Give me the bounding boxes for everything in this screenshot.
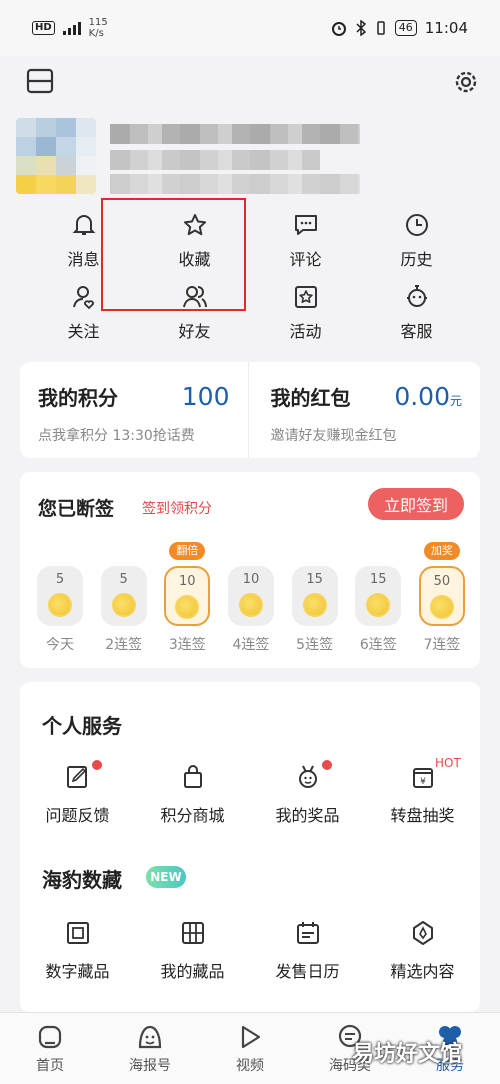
quick-item-activities[interactable]: 活动 <box>250 278 361 350</box>
coin-icon <box>111 593 136 617</box>
coin-icon <box>429 595 454 619</box>
poster-face-icon <box>138 1025 162 1048</box>
coin-icon <box>302 593 327 617</box>
checkin-day: 15 6连签 <box>354 536 402 656</box>
checkin-day: 15 5连签 <box>291 536 339 656</box>
customer-service-icon <box>406 285 427 307</box>
checkin-days: 5 今天 5 2连签 翻倍 10 3连签 10 4连签 15 5连签 15 6连… <box>36 536 466 656</box>
highlight-box <box>101 198 246 311</box>
points-value: 100 <box>181 382 230 411</box>
battery-indicator: 46 <box>394 20 417 36</box>
quick-item-history[interactable]: 历史 <box>361 206 472 278</box>
my-points[interactable]: 我的积分 100 点我拿积分 13:30抢话费 <box>20 362 248 458</box>
service-my-prizes[interactable]: 我的奖品 <box>250 760 365 826</box>
shopping-bag-icon <box>183 765 202 788</box>
checkin-title: 您已断签 <box>38 498 115 520</box>
user-info-blurred <box>110 174 360 194</box>
collection-mine[interactable]: 我的藏品 <box>135 920 250 982</box>
medal-icon <box>298 765 317 788</box>
vibrate-icon <box>377 21 385 35</box>
status-bar: HD 115 K/s 46 11:04 <box>0 0 500 56</box>
profile-header[interactable] <box>0 112 500 202</box>
gear-icon[interactable] <box>452 68 480 96</box>
checkin-subtitle[interactable]: 签到领积分 <box>142 498 212 518</box>
my-red-packet[interactable]: 我的红包 0.00元 邀请好友赚现金红包 <box>247 362 481 458</box>
feedback-icon <box>66 766 87 788</box>
user-info-blurred <box>110 150 320 170</box>
service-points-mall[interactable]: 积分商城 <box>135 764 250 826</box>
alarm-icon <box>331 22 346 36</box>
tab-video[interactable]: 视频 <box>200 1013 300 1084</box>
frame-icon <box>66 922 89 944</box>
svg-text:¥: ¥ <box>420 777 426 787</box>
signal-icon <box>62 22 81 35</box>
checkin-day: 5 2连签 <box>100 536 148 656</box>
username-blurred <box>110 124 360 144</box>
clock-time: 11:04 <box>424 19 468 37</box>
network-speed: 115 K/s <box>88 17 108 39</box>
comment-icon <box>294 215 317 235</box>
notification-dot <box>322 760 332 770</box>
coin-icon <box>175 595 200 619</box>
collection-digital[interactable]: 数字藏品 <box>20 920 135 982</box>
coin-icon <box>48 593 72 617</box>
double-badge: 翻倍 <box>169 542 206 560</box>
gem-icon <box>412 921 433 945</box>
play-icon <box>241 1025 261 1048</box>
checkin-day: 翻倍 10 3连签 <box>163 536 211 656</box>
coin-icon <box>366 593 391 617</box>
personal-services-title: 个人服务 <box>42 714 122 738</box>
lottery-icon: ¥ <box>412 768 433 788</box>
quick-item-customer-service[interactable]: 客服 <box>361 278 472 350</box>
calendar-icon <box>296 922 319 944</box>
grid-icon <box>181 922 204 944</box>
watermark: 易坊好文馆 <box>352 1042 463 1067</box>
scan-icon[interactable] <box>26 68 54 94</box>
tab-poster[interactable]: 海报号 <box>100 1013 200 1084</box>
services-card: 个人服务 问题反馈 积分商城 我的奖品 HOT ¥ 转盘抽奖 海豹数藏 NEW … <box>20 682 480 1012</box>
checkin-card: 您已断签 签到领积分 立即签到 5 今天 5 2连签 翻倍 10 3连签 10 … <box>20 472 480 668</box>
digital-collection-title: 海豹数藏 <box>42 868 122 892</box>
digital-collection-row: 数字藏品 我的藏品 发售日历 精选内容 <box>20 920 480 982</box>
checkin-button[interactable]: 立即签到 <box>368 488 464 520</box>
checkin-day: 5 今天 <box>36 536 84 656</box>
bell-icon <box>72 215 95 235</box>
quick-item-comments[interactable]: 评论 <box>250 206 361 278</box>
checkin-day: 10 4连签 <box>227 536 275 656</box>
bluetooth-icon <box>356 20 366 36</box>
tab-home[interactable]: 首页 <box>0 1013 100 1084</box>
hot-badge: HOT <box>435 756 461 770</box>
user-heart-icon <box>72 286 94 310</box>
home-icon <box>38 1025 62 1048</box>
top-bar <box>0 56 500 106</box>
avatar[interactable] <box>16 118 96 194</box>
points-card: 我的积分 100 点我拿积分 13:30抢话费 我的红包 0.00元 邀请好友赚… <box>20 362 480 458</box>
clock-icon <box>405 214 428 236</box>
collection-calendar[interactable]: 发售日历 <box>250 920 365 982</box>
collection-featured[interactable]: 精选内容 <box>365 920 480 982</box>
network-type: HD <box>32 21 55 35</box>
bonus-badge: 加奖 <box>423 542 460 560</box>
notification-dot <box>92 760 102 770</box>
new-badge: NEW <box>146 866 186 888</box>
service-feedback[interactable]: 问题反馈 <box>20 760 135 826</box>
checkin-day: 加奖 50 7连签 <box>418 536 466 656</box>
coin-icon <box>238 593 263 617</box>
quick-actions: 消息 收藏 评论 历史 关注 好友 活动 客服 <box>28 206 472 356</box>
personal-services-row: 问题反馈 积分商城 我的奖品 HOT ¥ 转盘抽奖 <box>20 756 480 826</box>
activity-star-icon <box>294 286 317 308</box>
red-packet-value: 0.00元 <box>394 382 462 411</box>
service-lottery[interactable]: HOT ¥ 转盘抽奖 <box>365 756 480 826</box>
